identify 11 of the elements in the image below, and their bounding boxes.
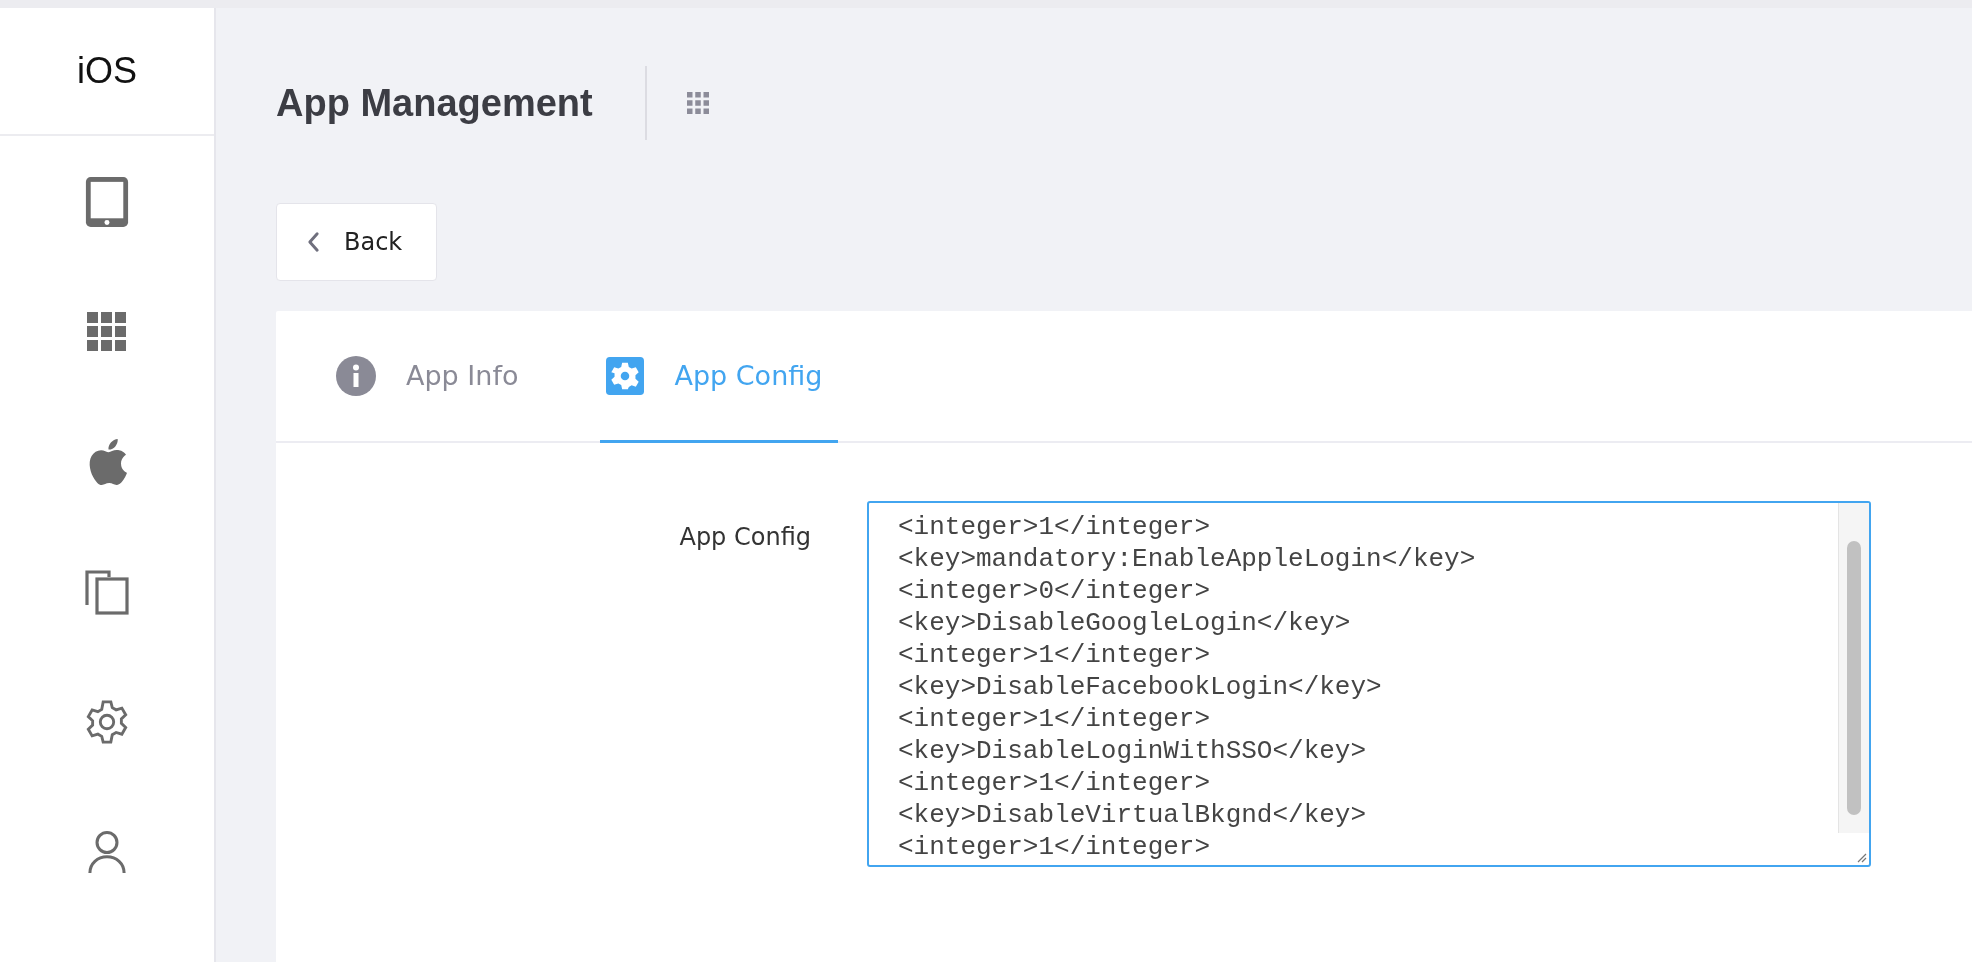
app-config-field[interactable]: <integer>1</integer> <key>mandatory:EnableAppleLogin</key> <integer>0</integer> <key>DisableGoogleLogin</key> <integer>1</integer> <key>DisableFacebookLogin</key> <integer>1</integer> <key>DisableLoginWithSSO</key> <integer>1</integer> <key>DisableVirtualBkgnd</key> <integer>1</integer>	[867, 501, 1871, 867]
info-icon	[336, 355, 376, 396]
resize-handle-icon[interactable]	[1855, 851, 1867, 863]
page-title: App Management	[276, 81, 593, 125]
back-button[interactable]: Back	[276, 203, 438, 281]
platform-title: iOS	[0, 8, 214, 136]
grid-icon[interactable]	[686, 92, 709, 114]
settings-icon	[606, 356, 645, 395]
chevron-left-icon	[307, 231, 320, 253]
scrollbar[interactable]	[1838, 503, 1869, 833]
field-label: App Config	[678, 522, 812, 551]
